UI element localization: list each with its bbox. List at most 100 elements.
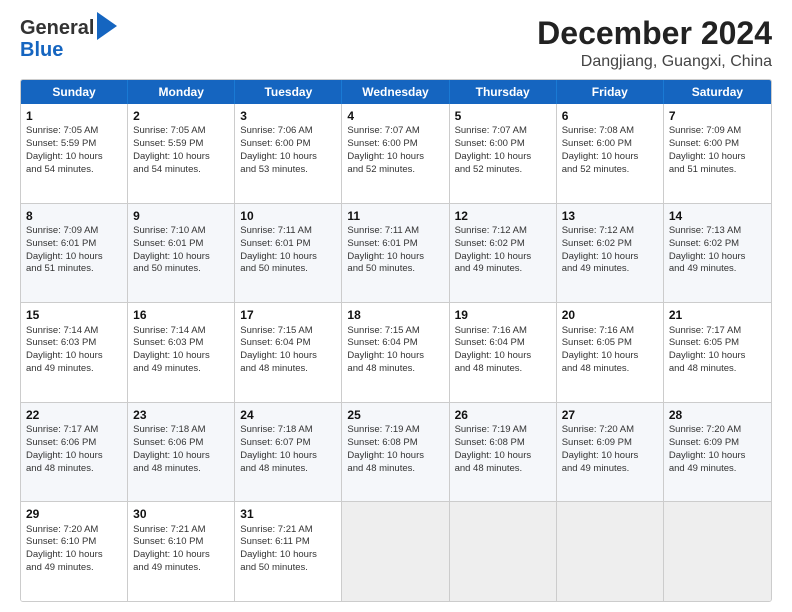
header-day-monday: Monday [128, 80, 235, 104]
day-info-line: Sunrise: 7:17 AM [26, 424, 122, 437]
day-info-line: and 49 minutes. [133, 363, 229, 376]
day-info-line: and 48 minutes. [669, 363, 766, 376]
day-info-line: Sunset: 6:05 PM [669, 337, 766, 350]
day-info-line: and 49 minutes. [26, 562, 122, 575]
day-number: 14 [669, 208, 766, 224]
day-info-line: Sunset: 6:01 PM [133, 238, 229, 251]
day-info-line: Daylight: 10 hours [669, 251, 766, 264]
day-number: 16 [133, 307, 229, 323]
day-info-line: and 48 minutes. [240, 463, 336, 476]
day-info-line: and 48 minutes. [562, 363, 658, 376]
day-info-line: Sunrise: 7:08 AM [562, 125, 658, 138]
day-info-line: Sunrise: 7:11 AM [347, 225, 443, 238]
day-info-line: Sunset: 6:00 PM [669, 138, 766, 151]
day-info-line: Sunrise: 7:13 AM [669, 225, 766, 238]
calendar-cell: 29Sunrise: 7:20 AMSunset: 6:10 PMDayligh… [21, 502, 128, 601]
day-info-line: Sunrise: 7:09 AM [669, 125, 766, 138]
day-info-line: Sunset: 5:59 PM [26, 138, 122, 151]
calendar-cell: 11Sunrise: 7:11 AMSunset: 6:01 PMDayligh… [342, 204, 449, 303]
day-info-line: Daylight: 10 hours [669, 151, 766, 164]
day-info-line: and 52 minutes. [347, 164, 443, 177]
title-block: December 2024 Dangjiang, Guangxi, China [537, 16, 772, 71]
day-info-line: Daylight: 10 hours [26, 151, 122, 164]
day-info-line: Sunrise: 7:18 AM [133, 424, 229, 437]
day-info-line: Sunrise: 7:19 AM [347, 424, 443, 437]
calendar-cell: 8Sunrise: 7:09 AMSunset: 6:01 PMDaylight… [21, 204, 128, 303]
day-info-line: Daylight: 10 hours [562, 450, 658, 463]
day-info-line: Sunset: 6:01 PM [240, 238, 336, 251]
calendar-cell: 6Sunrise: 7:08 AMSunset: 6:00 PMDaylight… [557, 104, 664, 203]
day-info-line: Daylight: 10 hours [26, 549, 122, 562]
day-number: 1 [26, 108, 122, 124]
header-day-wednesday: Wednesday [342, 80, 449, 104]
day-info-line: and 54 minutes. [133, 164, 229, 177]
day-info-line: Sunset: 6:03 PM [26, 337, 122, 350]
calendar-cell: 30Sunrise: 7:21 AMSunset: 6:10 PMDayligh… [128, 502, 235, 601]
day-info-line: Sunset: 6:05 PM [562, 337, 658, 350]
day-number: 18 [347, 307, 443, 323]
day-info-line: Sunset: 6:01 PM [347, 238, 443, 251]
header-day-tuesday: Tuesday [235, 80, 342, 104]
day-number: 5 [455, 108, 551, 124]
day-info-line: Sunset: 6:00 PM [240, 138, 336, 151]
day-info-line: Daylight: 10 hours [133, 549, 229, 562]
day-number: 22 [26, 407, 122, 423]
day-info-line: Daylight: 10 hours [26, 450, 122, 463]
day-number: 3 [240, 108, 336, 124]
day-info-line: and 48 minutes. [347, 463, 443, 476]
day-number: 26 [455, 407, 551, 423]
day-info-line: Daylight: 10 hours [455, 251, 551, 264]
day-info-line: and 50 minutes. [240, 263, 336, 276]
day-number: 31 [240, 506, 336, 522]
day-info-line: Daylight: 10 hours [455, 151, 551, 164]
calendar-cell: 7Sunrise: 7:09 AMSunset: 6:00 PMDaylight… [664, 104, 771, 203]
day-info-line: Sunset: 6:06 PM [26, 437, 122, 450]
day-info-line: Sunset: 6:08 PM [455, 437, 551, 450]
day-info-line: Sunset: 6:08 PM [347, 437, 443, 450]
day-info-line: Daylight: 10 hours [26, 251, 122, 264]
day-number: 15 [26, 307, 122, 323]
day-info-line: Sunrise: 7:10 AM [133, 225, 229, 238]
day-info-line: Sunrise: 7:20 AM [669, 424, 766, 437]
day-number: 10 [240, 208, 336, 224]
calendar-cell: 31Sunrise: 7:21 AMSunset: 6:11 PMDayligh… [235, 502, 342, 601]
day-info-line: Sunset: 6:01 PM [26, 238, 122, 251]
calendar-row-2: 8Sunrise: 7:09 AMSunset: 6:01 PMDaylight… [21, 204, 771, 304]
day-info-line: Daylight: 10 hours [455, 450, 551, 463]
day-info-line: and 52 minutes. [562, 164, 658, 177]
calendar-cell: 3Sunrise: 7:06 AMSunset: 6:00 PMDaylight… [235, 104, 342, 203]
calendar-cell [342, 502, 449, 601]
calendar-cell: 14Sunrise: 7:13 AMSunset: 6:02 PMDayligh… [664, 204, 771, 303]
header-day-thursday: Thursday [450, 80, 557, 104]
day-number: 12 [455, 208, 551, 224]
day-number: 7 [669, 108, 766, 124]
day-info-line: Sunrise: 7:12 AM [455, 225, 551, 238]
day-info-line: Sunrise: 7:14 AM [26, 325, 122, 338]
day-info-line: Sunset: 6:02 PM [669, 238, 766, 251]
day-info-line: and 50 minutes. [133, 263, 229, 276]
page: General Blue December 2024 Dangjiang, Gu… [0, 0, 792, 612]
day-info-line: Sunset: 6:00 PM [347, 138, 443, 151]
day-info-line: and 51 minutes. [26, 263, 122, 276]
day-info-line: Daylight: 10 hours [240, 151, 336, 164]
day-info-line: Sunset: 6:04 PM [347, 337, 443, 350]
logo-general: General [20, 18, 94, 38]
day-info-line: Daylight: 10 hours [26, 350, 122, 363]
day-info-line: Sunrise: 7:06 AM [240, 125, 336, 138]
day-info-line: Sunrise: 7:05 AM [26, 125, 122, 138]
calendar-cell: 2Sunrise: 7:05 AMSunset: 5:59 PMDaylight… [128, 104, 235, 203]
day-info-line: and 49 minutes. [669, 263, 766, 276]
day-info-line: Daylight: 10 hours [240, 549, 336, 562]
day-info-line: Sunset: 6:10 PM [26, 536, 122, 549]
calendar-cell: 15 Sunrise: 7:14 AMSunset: 6:03 PMDayligh… [21, 303, 128, 402]
header-day-friday: Friday [557, 80, 664, 104]
calendar-cell: 13Sunrise: 7:12 AMSunset: 6:02 PMDayligh… [557, 204, 664, 303]
calendar-cell: 28Sunrise: 7:20 AMSunset: 6:09 PMDayligh… [664, 403, 771, 502]
day-info-line: and 50 minutes. [347, 263, 443, 276]
day-info-line: Daylight: 10 hours [133, 350, 229, 363]
day-info-line: Daylight: 10 hours [133, 251, 229, 264]
day-info-line: Sunrise: 7:09 AM [26, 225, 122, 238]
day-info-line: Sunset: 6:04 PM [455, 337, 551, 350]
day-info-line: Sunrise: 7:19 AM [455, 424, 551, 437]
day-info-line: Sunset: 6:00 PM [455, 138, 551, 151]
